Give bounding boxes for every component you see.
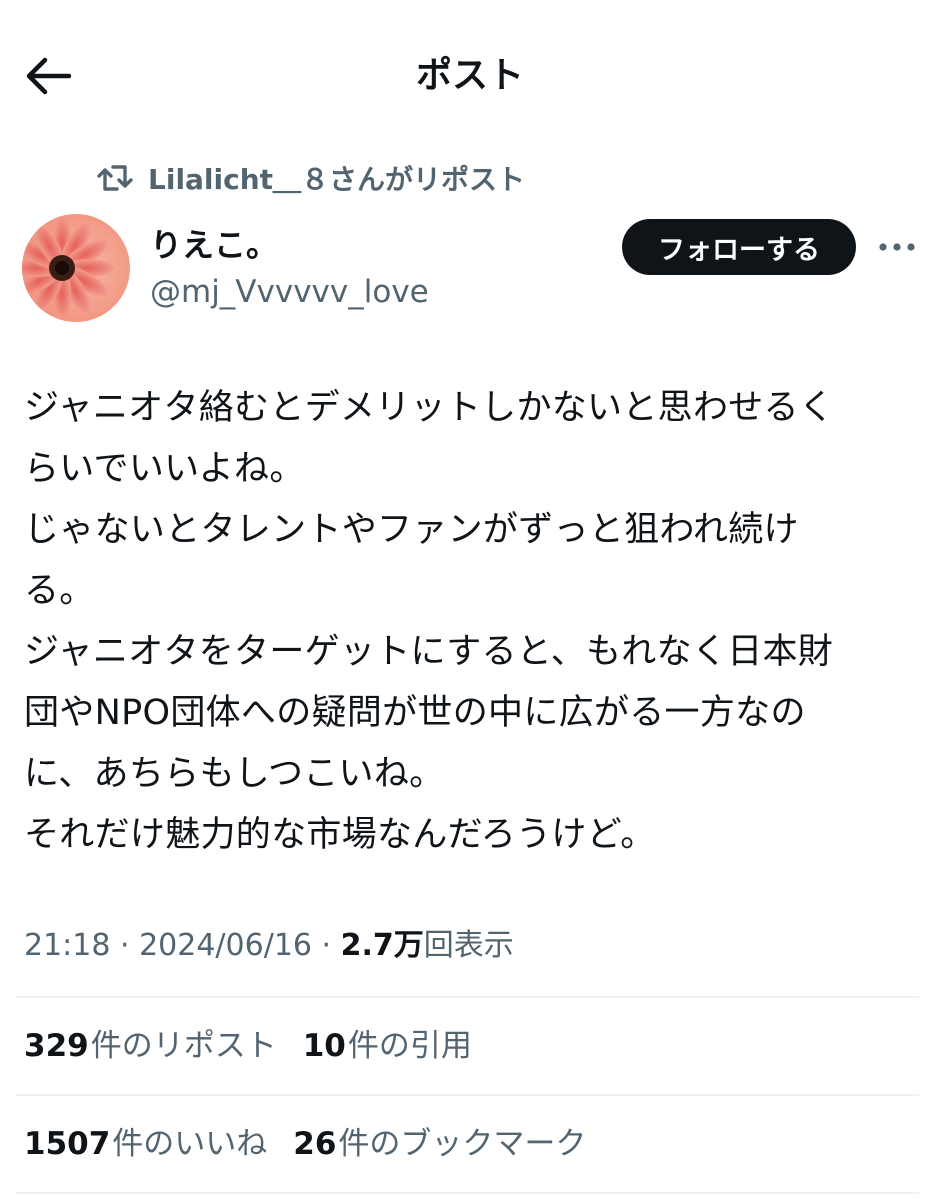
back-button[interactable] [22, 50, 74, 102]
reposts-stat[interactable]: 329 件のリポスト [24, 1020, 277, 1072]
tweet-line: ジャニオタをターゲットにすると、もれなく日本財 [24, 632, 834, 672]
bookmarks-count: 26 [293, 1126, 337, 1162]
follow-button[interactable]: フォローする [622, 219, 856, 275]
tweet-line: ジャニオタ絡むとデメリットしかないと思わせるく [24, 388, 835, 428]
views-count: 2.7万 [340, 928, 424, 963]
flower-avatar [22, 214, 130, 322]
bookmarks-stat[interactable]: 26 件のブックマーク [293, 1118, 586, 1170]
quotes-count: 10 [302, 1028, 346, 1064]
repost-context[interactable]: Lilalicht＿８さんがリポスト [96, 154, 525, 202]
likes-stat[interactable]: 1507 件のいいね [24, 1118, 267, 1170]
quotes-label: 件の引用 [347, 1028, 472, 1064]
avatar[interactable] [22, 214, 130, 322]
views-label: 回表示 [423, 928, 514, 963]
tweet-line: じゃないとタレントやファンがずっと狙われ続け [24, 510, 799, 550]
page-title: ポスト [415, 55, 524, 96]
divider [16, 996, 919, 998]
tweet-line: に、あちらもしつこいね。 [24, 754, 445, 794]
meta-separator: · [312, 928, 341, 963]
likes-count: 1507 [24, 1126, 111, 1162]
tweet-line: らいでいいよね。 [24, 449, 305, 489]
tweet-line: る。 [24, 571, 95, 611]
tweet-text: ジャニオタ絡むとデメリットしかないと思わせるく らいでいいよね。 じゃないとタレ… [24, 378, 919, 866]
quotes-stat[interactable]: 10 件の引用 [303, 1020, 472, 1072]
post-date[interactable]: 2024/06/16 [139, 928, 312, 963]
retweet-icon [96, 159, 134, 197]
post-time[interactable]: 21:18 [24, 928, 110, 963]
bookmarks-label: 件のブックマーク [338, 1126, 587, 1162]
more-horizontal-icon [879, 243, 915, 251]
more-options-button[interactable] [874, 226, 920, 268]
tweet-meta: 21:18 · 2024/06/16 · 2.7万回表示 [24, 920, 514, 972]
repost-text: Lilalicht＿８さんがリポスト [148, 163, 526, 196]
likes-label: 件のいいね [112, 1126, 268, 1162]
divider [16, 1094, 919, 1096]
stats-row-reposts: 329 件のリポスト 10 件の引用 [24, 1020, 498, 1072]
display-name[interactable]: りえこ。 [150, 222, 278, 268]
divider [16, 1192, 919, 1194]
tweet-line: それだけ魅力的な市場なんだろうけど。 [24, 815, 656, 855]
top-bar: ポスト [0, 0, 940, 150]
reposts-label: 件のリポスト [90, 1028, 277, 1064]
tweet-line: 団やNPO団体への疑問が世の中に広がる一方なの [24, 693, 806, 733]
user-handle[interactable]: @mj_Vvvvvv_love [150, 270, 429, 314]
arrow-left-icon [26, 57, 71, 95]
reposts-count: 329 [24, 1028, 89, 1064]
meta-separator: · [110, 928, 140, 963]
stats-row-likes: 1507 件のいいね 26 件のブックマーク [24, 1118, 612, 1170]
